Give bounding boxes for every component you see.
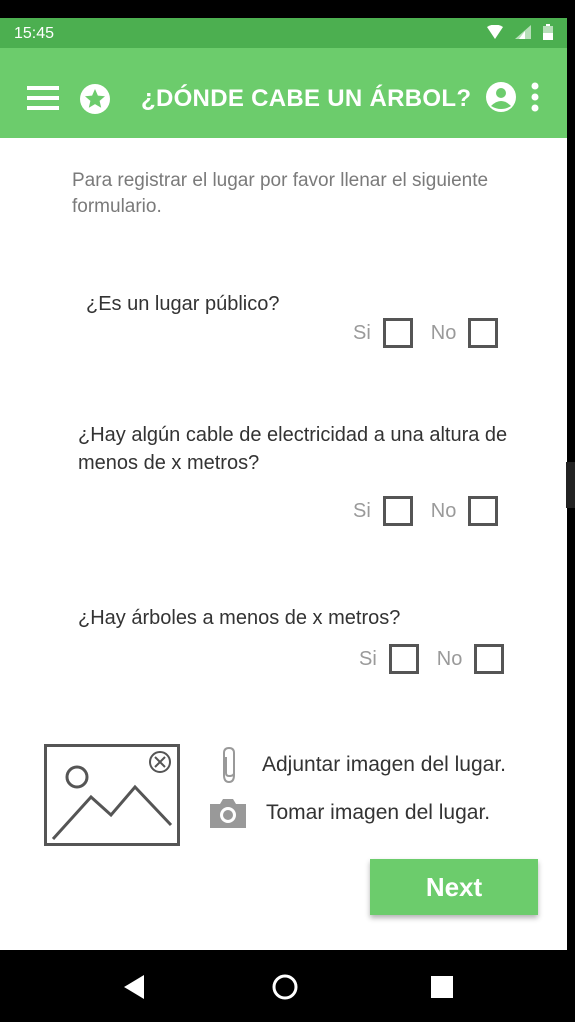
app-title: ¿DÓNDE CABE UN ÁRBOL? [141, 85, 472, 112]
checkbox-no[interactable] [468, 496, 499, 526]
next-button[interactable]: Next [370, 859, 538, 915]
checkbox-yes[interactable] [382, 496, 413, 526]
options-public-place: Si No [353, 318, 516, 348]
system-nav-bar [0, 950, 575, 1022]
checkbox-yes[interactable] [388, 644, 419, 674]
back-icon[interactable] [122, 974, 146, 1000]
question-electric-cable: ¿Hay algún cable de electricidad a una a… [78, 424, 508, 474]
phone-frame: 15:45 ¿DÓNDE CABE UN ÁRBOL? Para registr… [0, 0, 575, 1022]
status-bar: 15:45 [0, 18, 567, 48]
image-placeholder[interactable] [44, 744, 180, 846]
wifi-icon [487, 25, 503, 39]
recent-apps-icon[interactable] [430, 975, 454, 999]
attach-image-label: Adjuntar imagen del lugar. [262, 753, 506, 776]
checkbox-no[interactable] [468, 318, 499, 348]
attach-image-link[interactable]: Adjuntar imagen del lugar. [218, 745, 506, 785]
options-electric-cable: Si No [353, 496, 516, 526]
option-label-yes: Si [353, 499, 371, 522]
option-label-yes: Si [353, 321, 371, 344]
question-public-place: ¿Es un lugar público? [86, 293, 280, 315]
image-placeholder-icon [51, 751, 173, 841]
app-bar: ¿DÓNDE CABE UN ÁRBOL? [0, 48, 567, 138]
take-photo-label: Tomar imagen del lugar. [266, 801, 491, 824]
side-scroll-handle[interactable] [566, 462, 575, 508]
form-intro: Para registrar el lugar por favor llenar… [72, 170, 489, 217]
option-label-no: No [430, 499, 457, 522]
camera-icon [210, 799, 246, 828]
option-label-yes: Si [359, 647, 377, 670]
options-nearby-trees: Si No [359, 644, 522, 674]
more-vert-icon[interactable] [528, 81, 542, 113]
status-time: 15:45 [14, 25, 55, 42]
screen: 15:45 ¿DÓNDE CABE UN ÁRBOL? Para registr… [0, 18, 567, 950]
option-label-no: No [436, 647, 463, 670]
account-icon[interactable] [485, 81, 517, 113]
battery-icon [543, 24, 553, 40]
checkbox-no[interactable] [474, 644, 505, 674]
star-icon[interactable] [79, 83, 111, 115]
option-label-no: No [430, 321, 457, 344]
status-icons [487, 24, 553, 40]
menu-icon[interactable] [27, 85, 59, 111]
home-icon[interactable] [270, 972, 300, 1002]
paperclip-icon [223, 746, 235, 784]
signal-icon [515, 25, 531, 39]
question-nearby-trees: ¿Hay árboles a menos de x metros? [78, 607, 401, 629]
checkbox-yes[interactable] [382, 318, 413, 348]
take-photo-link[interactable]: Tomar imagen del lugar. [208, 796, 490, 830]
